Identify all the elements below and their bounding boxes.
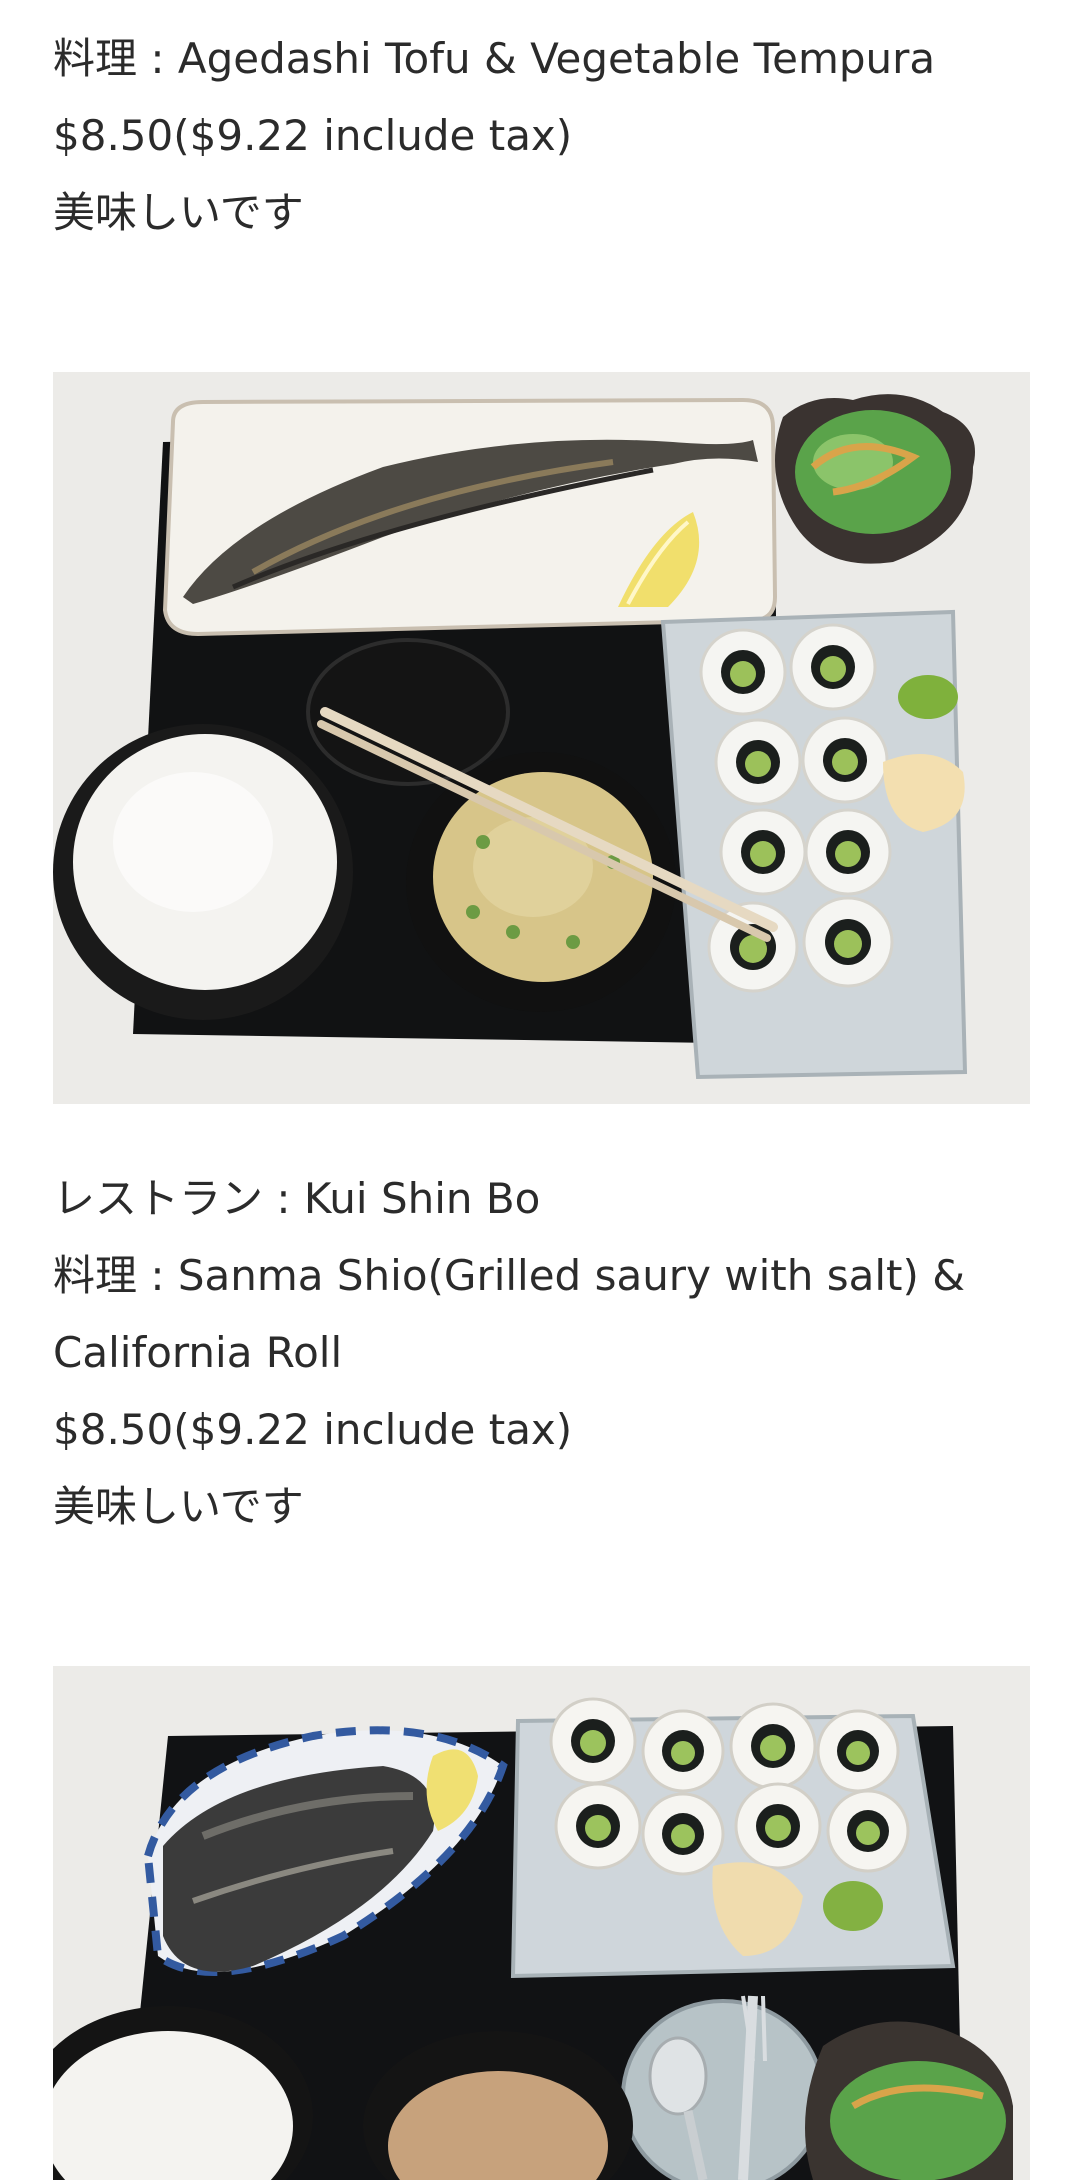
dish-line: 料理 : Sanma Shio(Grilled saury with salt)… [53, 1251, 965, 1377]
post-2-text: レストラン : Kui Shin Bo 料理 : Sanma Shio(Gril… [53, 1160, 1030, 1545]
review-line: 美味しいです [53, 1482, 304, 1531]
price-line: $8.50($9.22 include tax) [53, 111, 573, 160]
post-1-text: 料理 : Agedashi Tofu & Vegetable Tempura $… [53, 20, 1030, 251]
price-line: $8.50($9.22 include tax) [53, 1405, 573, 1454]
food-photo-sanma-set[interactable] [53, 372, 1030, 1104]
dish-line: 料理 : Agedashi Tofu & Vegetable Tempura [53, 34, 936, 83]
restaurant-line: レストラン : Kui Shin Bo [53, 1174, 541, 1223]
review-line: 美味しいです [53, 188, 304, 237]
food-photo-grilled-fish-set[interactable] [53, 1666, 1030, 2180]
